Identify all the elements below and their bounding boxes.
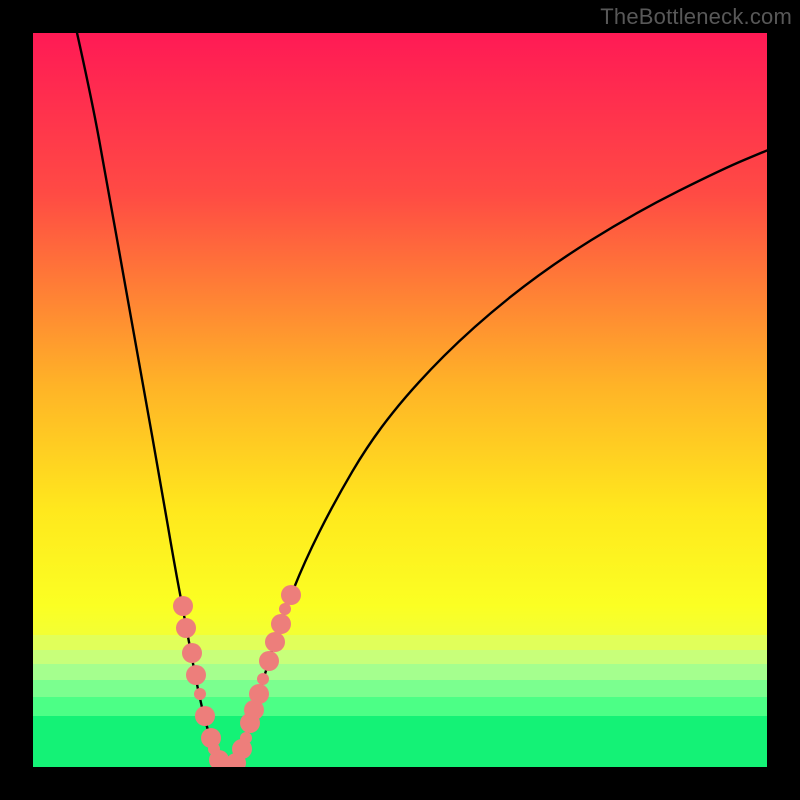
chart-marker [182,643,202,663]
chart-marker [265,632,285,652]
chart-marker [173,596,193,616]
chart-marker [240,732,252,744]
watermark-text: TheBottleneck.com [600,4,792,30]
chart-marker [176,618,196,638]
chart-marker-layer [33,33,767,767]
chart-marker [281,585,301,605]
canvas-frame: TheBottleneck.com [0,0,800,800]
chart-marker [249,684,269,704]
chart-marker [257,673,269,685]
chart-marker [271,614,291,634]
chart-marker [259,651,279,671]
chart-plot-area [33,33,767,767]
chart-marker [195,706,215,726]
chart-marker [194,688,206,700]
chart-marker [186,665,206,685]
chart-marker [279,603,291,615]
